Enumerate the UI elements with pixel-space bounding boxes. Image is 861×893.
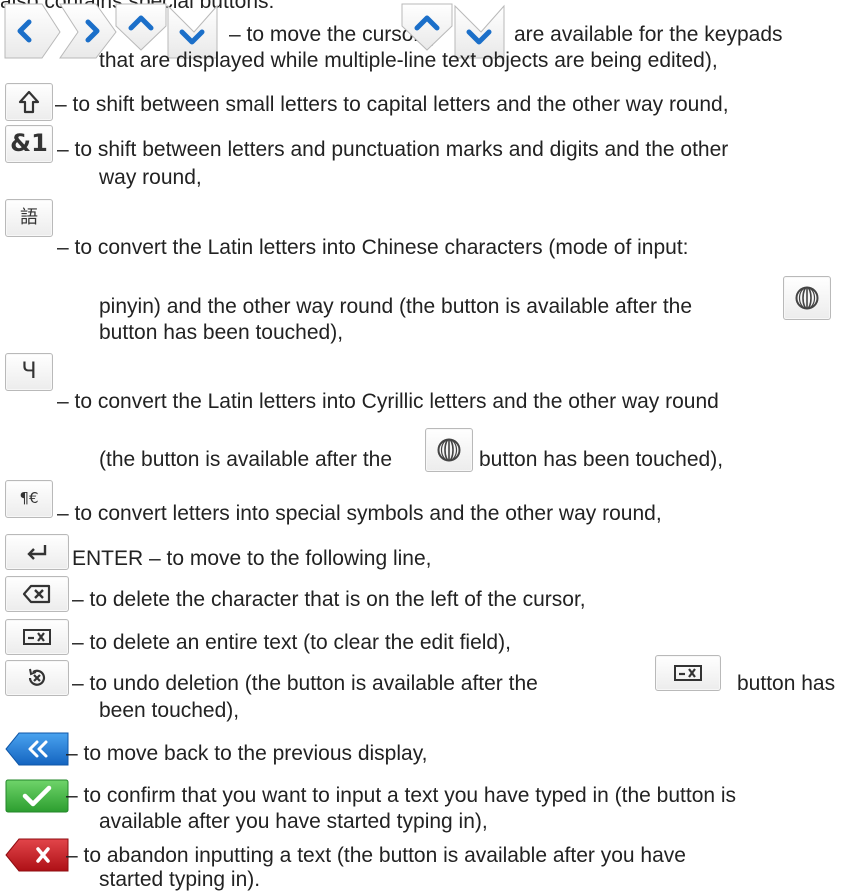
clear-field-icon[interactable] (5, 619, 69, 655)
item-11-text: – to move back to the previous display, (66, 742, 428, 765)
up-arrow-icon[interactable] (115, 3, 167, 51)
item-5-text-cont-pre: (the button is available after the (99, 448, 393, 471)
abandon-icon[interactable] (5, 838, 69, 872)
undo-delete-icon[interactable] (5, 660, 69, 696)
item-5-text-cont-post: button has been touched), (479, 448, 724, 471)
item-6-text: – to convert letters into special symbol… (57, 502, 662, 525)
item-7-text: ENTER – to move to the following line, (72, 547, 432, 570)
item-10-text-post: button has (737, 672, 836, 695)
back-icon[interactable] (5, 732, 69, 766)
special-symbols-key-label: ¶€ (19, 489, 39, 508)
cyrillic-key-label: Ч (21, 358, 37, 384)
item-9-text: – to delete an entire text (to clear the… (72, 631, 511, 654)
item-1-text-post: are available for the keypads (514, 23, 783, 46)
item-4-text: – to convert the Latin letters into Chin… (57, 236, 689, 259)
enter-icon[interactable] (5, 534, 69, 570)
confirm-icon[interactable] (5, 779, 69, 813)
shift-icon[interactable] (5, 83, 53, 121)
item-8-text: – to delete the character that is on the… (72, 588, 586, 611)
special-symbols-icon[interactable]: ¶€ (5, 480, 53, 518)
item-1-text-cont: that are displayed while multiple-line t… (99, 49, 718, 72)
item-13-text-cont: started typing in). (99, 868, 261, 891)
item-4-text-cont2: button has been touched), (99, 321, 344, 344)
item-2-text: – to shift between small letters to capi… (55, 93, 729, 116)
item-12-text: – to confirm that you want to input a te… (66, 784, 737, 807)
left-arrow-icon[interactable] (4, 3, 61, 59)
item-12-text-cont: available after you have started typing … (99, 810, 488, 833)
chinese-key-label: 語 (20, 207, 38, 229)
globe-icon[interactable] (425, 428, 473, 472)
item-3-text-cont: way round, (99, 166, 202, 189)
backspace-icon[interactable] (5, 576, 69, 612)
item-4-text-cont: pinyin) and the other way round (the but… (99, 295, 693, 318)
item-5-text: – to convert the Latin letters into Cyri… (57, 390, 719, 413)
clear-field-icon (655, 655, 721, 691)
symbols-key-label: &1 (10, 129, 48, 158)
cyrillic-icon[interactable]: Ч (5, 353, 53, 391)
symbols-icon[interactable]: &1 (5, 125, 53, 163)
item-10-text-cont: been touched), (99, 699, 240, 722)
item-10-text-pre: – to undo deletion (the button is availa… (72, 672, 538, 695)
globe-icon[interactable] (783, 276, 831, 320)
chinese-icon[interactable]: 語 (5, 199, 53, 237)
item-3-text: – to shift between letters and punctuati… (57, 138, 729, 161)
